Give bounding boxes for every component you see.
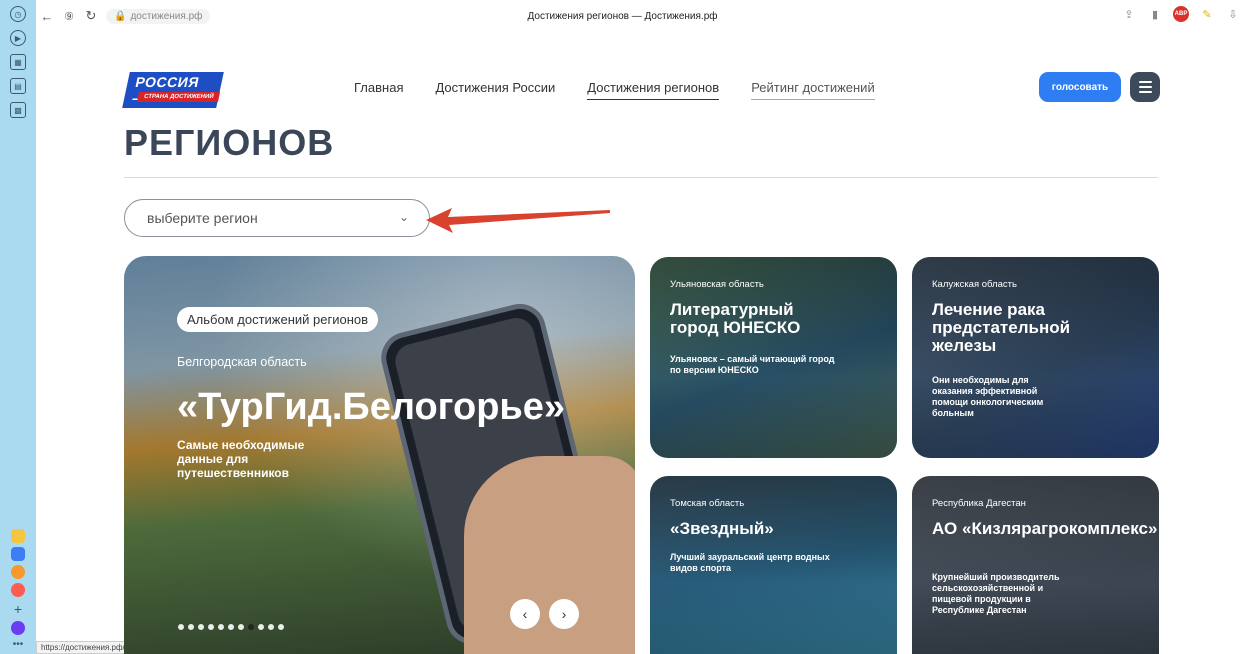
card-region: Томская область (670, 498, 745, 509)
hero-slide[interactable]: Альбом достижений регионов Белгородская … (124, 256, 635, 654)
site-header: РОССИЯ – СТРАНА ДОСТИЖЕНИЙ Главная Дости… (122, 66, 1162, 114)
card-description: Ульяновск – самый читающий город по верс… (670, 354, 835, 375)
slider-dot[interactable] (248, 624, 254, 630)
alice-icon[interactable] (11, 621, 25, 635)
vote-button[interactable]: голосовать (1039, 72, 1121, 102)
card-dagestan[interactable]: Республика Дагестан АО «Кизлярагрокомпле… (912, 476, 1159, 654)
address-bar[interactable]: 🔒 достижения.рф (106, 8, 211, 24)
card-title: «Звездный» (670, 519, 774, 538)
slider-dot[interactable] (178, 624, 184, 630)
menu-icon (1138, 81, 1152, 83)
logo-text-bottom: СТРАНА ДОСТИЖЕНИЙ (136, 92, 221, 102)
slider-dot[interactable] (228, 624, 234, 630)
card-title: Лечение рака предстательной железы (932, 300, 1071, 355)
card-region: Ульяновская область (670, 279, 764, 290)
nav-rating[interactable]: Рейтинг достижений (751, 80, 875, 100)
card-title: Литературный город ЮНЕСКО (670, 300, 801, 337)
nav-region-achievements[interactable]: Достижения регионов (587, 80, 720, 100)
docs-icon[interactable] (11, 547, 25, 561)
card-region: Калужская область (932, 279, 1017, 290)
hero-title[interactable]: «ТурГид.Белогорье» (177, 386, 565, 429)
card-description: Лучший зауральский центр водных видов сп… (670, 552, 830, 573)
card-region: Республика Дагестан (932, 498, 1026, 509)
slider-dot[interactable] (218, 624, 224, 630)
card-ulyanovsk[interactable]: Ульяновская область Литературный город Ю… (650, 257, 897, 458)
slider-dot[interactable] (238, 624, 244, 630)
slider-dot[interactable] (208, 624, 214, 630)
lock-icon: 🔒 (114, 10, 127, 22)
bookmark-icon[interactable]: ▮ (1147, 6, 1163, 22)
slider-dots (178, 624, 284, 630)
slider-dot[interactable] (198, 624, 204, 630)
reload-icon[interactable]: ↻ (80, 5, 102, 27)
card-description: Крупнейший производитель сельскохозяйств… (932, 572, 1060, 615)
heart-icon[interactable] (11, 583, 25, 597)
slider-prev-button[interactable]: ‹ (510, 599, 540, 629)
adblock-icon[interactable]: ABP (1173, 6, 1189, 22)
card-tomsk[interactable]: Томская область «Звездный» Лучший заурал… (650, 476, 897, 654)
card-title: АО «Кизлярагрокомплекс» (932, 519, 1158, 538)
hero-region: Белгородская область (177, 355, 307, 369)
share-icon[interactable]: ⇪ (1121, 6, 1137, 22)
annotation-arrow (426, 208, 610, 233)
add-icon[interactable]: + (14, 601, 22, 617)
browser-extensions: ⇪ ▮ ABP ✎ ⇩ (1121, 6, 1241, 22)
slider-dot[interactable] (278, 624, 284, 630)
hand-image (464, 456, 635, 654)
play-icon[interactable]: ▶ (10, 30, 26, 46)
hero-description: Самые необходимые данные для путешествен… (177, 438, 305, 480)
page-title: РЕГИОНОВ (124, 122, 335, 163)
calendar-icon[interactable]: ▦ (10, 54, 26, 70)
slider-dot[interactable] (268, 624, 274, 630)
address-domain: достижения.рф (130, 10, 203, 22)
album-pill[interactable]: Альбом достижений регионов (177, 307, 379, 332)
yandex-icon[interactable]: ⑨ (58, 5, 80, 27)
slider-dot[interactable] (258, 624, 264, 630)
back-icon[interactable]: ← (36, 5, 58, 27)
media-icon[interactable]: ▤ (10, 78, 26, 94)
nav-russia-achievements[interactable]: Достижения России (435, 80, 555, 100)
hand-icon[interactable] (11, 529, 25, 543)
card-kaluga[interactable]: Калужская область Лечение рака предстате… (912, 257, 1159, 458)
emoji-icon[interactable] (11, 565, 25, 579)
region-select[interactable]: выберите регион ⌄ (124, 199, 430, 237)
sidebar-bottom: + ••• (11, 529, 25, 650)
apps-icon[interactable]: ▩ (10, 102, 26, 118)
slider-next-button[interactable]: › (549, 599, 579, 629)
browser-toolbar: ← ⑨ ↻ 🔒 достижения.рф (0, 0, 1245, 32)
slider-dot[interactable] (188, 624, 194, 630)
nav-home[interactable]: Главная (354, 80, 403, 100)
divider (124, 177, 1158, 178)
chevron-down-icon: ⌄ (398, 210, 409, 224)
more-icon[interactable]: ••• (13, 639, 24, 650)
browser-sidebar: ◷ ▶ ▦ ▤ ▩ + ••• (0, 0, 36, 654)
main-nav: Главная Достижения России Достижения рег… (354, 80, 875, 100)
menu-button[interactable] (1130, 72, 1160, 102)
downloads-icon[interactable]: ⇩ (1225, 6, 1241, 22)
extension-icon[interactable]: ✎ (1199, 6, 1215, 22)
history-icon[interactable]: ◷ (10, 6, 26, 22)
card-description: Они необходимы для оказания эффективной … (932, 375, 1044, 418)
logo-text-top: РОССИЯ – (122, 72, 224, 108)
region-select-placeholder: выберите регион (147, 210, 258, 226)
site-logo[interactable]: РОССИЯ – СТРАНА ДОСТИЖЕНИЙ (122, 70, 224, 108)
